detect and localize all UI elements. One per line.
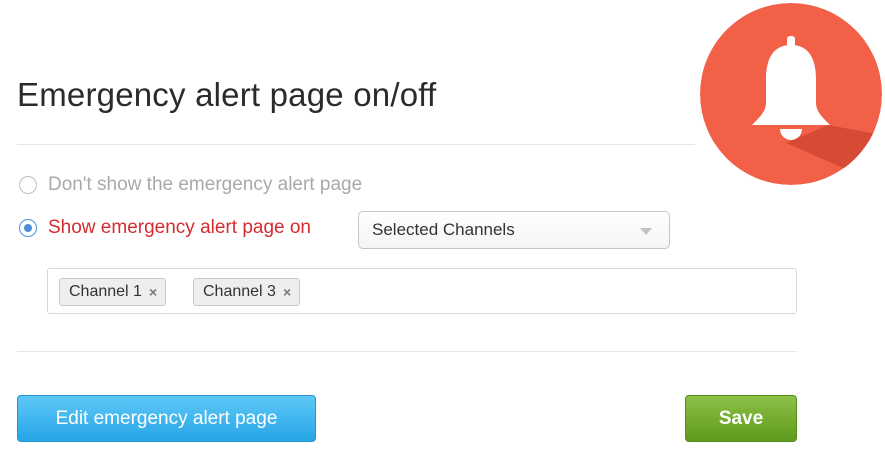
close-icon[interactable]: ×: [149, 285, 157, 299]
option-show-alert-page[interactable]: Show emergency alert page on: [19, 217, 311, 239]
channel-tag: Channel 3 ×: [193, 278, 301, 306]
close-icon[interactable]: ×: [283, 285, 291, 299]
channel-tags-input[interactable]: Channel 1 × Channel 3 ×: [47, 268, 797, 314]
option-label: Show emergency alert page on: [48, 217, 311, 238]
channel-scope-value: Selected Channels: [372, 220, 515, 239]
bell-icon: [700, 3, 882, 185]
page-title: Emergency alert page on/off: [17, 76, 437, 113]
radio-hide-alert-page[interactable]: [19, 176, 37, 194]
option-hide-alert-page[interactable]: Don't show the emergency alert page: [19, 174, 362, 196]
channel-tag-label: Channel 1: [69, 283, 142, 300]
footer-divider: [17, 351, 797, 352]
chevron-down-icon: [640, 228, 652, 235]
radio-show-alert-page[interactable]: [19, 219, 37, 237]
option-label: Don't show the emergency alert page: [48, 174, 363, 195]
section-divider: [17, 144, 695, 145]
edit-alert-page-button[interactable]: Edit emergency alert page: [17, 395, 316, 442]
channel-tag: Channel 1 ×: [59, 278, 167, 306]
channel-tag-label: Channel 3: [203, 283, 276, 300]
channel-scope-select[interactable]: Selected Channels: [358, 211, 670, 249]
save-button[interactable]: Save: [685, 395, 797, 442]
